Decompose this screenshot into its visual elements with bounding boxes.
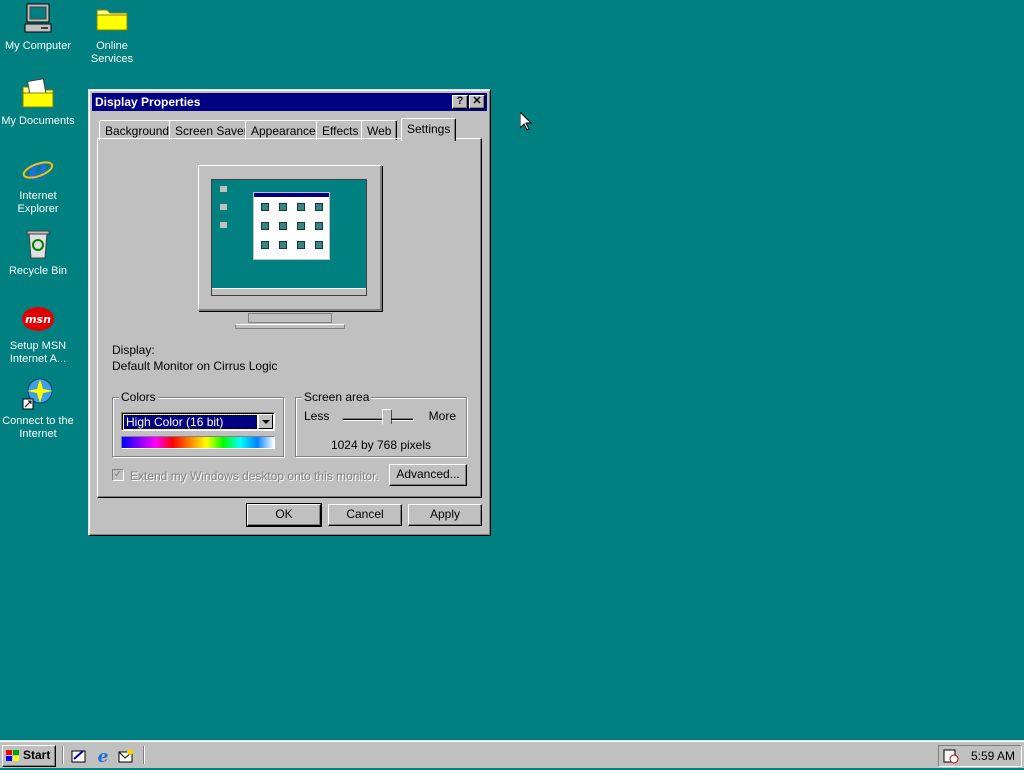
display-properties-window[interactable]: Display Properties ? ✕ Background Screen…	[88, 89, 491, 536]
svg-text:e: e	[98, 747, 109, 765]
taskbar: Start e 5:59 AM	[0, 740, 1024, 768]
cancel-button[interactable]: Cancel	[328, 504, 402, 526]
connect-internet-icon	[21, 377, 55, 411]
tab-effects[interactable]: Effects	[316, 120, 365, 140]
monitor-preview	[198, 165, 382, 311]
desktop-icon-setup-msn[interactable]: msn Setup MSN Internet A...	[0, 302, 76, 366]
extend-desktop-checkbox[interactable]: ✓	[112, 469, 124, 481]
desktop-icon-label: Setup MSN Internet A...	[9, 340, 67, 365]
screen-area-group: Screen area Less More 1024 by 768 pixels	[295, 390, 467, 457]
my-documents-icon	[21, 77, 55, 111]
folder-icon	[95, 2, 129, 36]
screen-area-group-label: Screen area	[302, 390, 372, 404]
slider-less-label: Less	[304, 409, 330, 423]
tab-settings[interactable]: Settings	[401, 118, 457, 141]
desktop-icon-connect-internet[interactable]: Connect to the Internet	[0, 377, 76, 441]
system-tray: 5:59 AM	[938, 745, 1022, 767]
colors-dropdown[interactable]: High Color (16 bit)	[121, 412, 275, 431]
apply-button[interactable]: Apply	[408, 504, 482, 526]
mouse-cursor-icon	[519, 110, 533, 131]
tab-screen-saver[interactable]: Screen Saver	[169, 120, 254, 140]
display-value: Default Monitor on Cirrus Logic	[112, 359, 278, 373]
screen-area-slider-thumb[interactable]	[381, 409, 392, 429]
my-computer-icon	[21, 2, 55, 36]
clock[interactable]: 5:59 AM	[971, 746, 1015, 766]
color-spectrum	[121, 436, 275, 449]
help-button[interactable]: ?	[452, 95, 468, 109]
start-label: Start	[23, 748, 51, 762]
tab-web[interactable]: Web	[361, 120, 398, 140]
outlook-express-icon[interactable]	[117, 747, 135, 765]
msn-icon: msn	[21, 302, 55, 336]
monitor-base	[235, 324, 345, 329]
window-title: Display Properties	[95, 95, 201, 109]
desktop-icon-internet-explorer[interactable]: e Internet Explorer	[0, 152, 76, 216]
desktop-icon-label: Online Services	[90, 40, 134, 65]
checkmark-icon: ✓	[113, 469, 123, 480]
slider-more-label: More	[428, 409, 456, 423]
desktop-icon-online-services[interactable]: Online Services	[74, 2, 150, 66]
monitor-screen	[211, 179, 367, 296]
title-bar[interactable]: Display Properties ? ✕	[92, 93, 487, 111]
scheduled-tasks-icon[interactable]	[943, 748, 959, 770]
svg-text:msn: msn	[25, 313, 51, 326]
taskbar-separator	[62, 746, 64, 764]
ok-button[interactable]: OK	[246, 503, 322, 527]
colors-group: Colors High Color (16 bit)	[112, 390, 284, 457]
desktop-icon-label: Internet Explorer	[17, 190, 59, 215]
close-icon: ✕	[472, 95, 482, 107]
settings-panel: Display: Default Monitor on Cirrus Logic…	[97, 138, 482, 498]
internet-explorer-quicklaunch-icon[interactable]: e	[94, 747, 112, 767]
desktop-icon-my-documents[interactable]: My Documents	[0, 77, 76, 128]
mini-window	[253, 192, 330, 260]
advanced-button[interactable]: Advanced...	[389, 464, 467, 486]
extend-desktop-label: Extend my Windows desktop onto this moni…	[130, 469, 379, 483]
mini-taskbar	[212, 288, 366, 295]
show-desktop-icon[interactable]	[70, 747, 88, 765]
recycle-bin-icon	[21, 227, 55, 261]
windows-logo-icon	[6, 750, 20, 762]
svg-text:e: e	[28, 153, 47, 186]
desktop-icon-label: My Computer	[4, 40, 72, 52]
screen-area-value: 1024 by 768 pixels	[330, 438, 432, 452]
colors-dropdown-value: High Color (16 bit)	[123, 414, 258, 430]
taskbar-separator	[143, 746, 145, 764]
internet-explorer-icon: e	[21, 152, 55, 188]
colors-group-label: Colors	[119, 390, 158, 404]
screen-area-slider-track[interactable]	[342, 418, 414, 421]
desktop-icon-label: Connect to the Internet	[2, 415, 74, 440]
tab-appearance[interactable]: Appearance	[245, 120, 322, 140]
desktop-icon-label: Recycle Bin	[8, 265, 68, 277]
start-button[interactable]: Start	[2, 745, 56, 767]
display-label: Display:	[112, 343, 155, 357]
close-button[interactable]: ✕	[469, 95, 485, 109]
mini-desktop-icons	[220, 186, 227, 228]
desktop-icon-label: My Documents	[1, 115, 75, 127]
tab-background[interactable]: Background	[99, 120, 176, 140]
desktop-icon-recycle-bin[interactable]: Recycle Bin	[0, 227, 76, 278]
monitor-stand	[248, 313, 332, 323]
desktop-icon-my-computer[interactable]: My Computer	[0, 2, 76, 53]
chevron-down-icon[interactable]	[258, 414, 273, 429]
